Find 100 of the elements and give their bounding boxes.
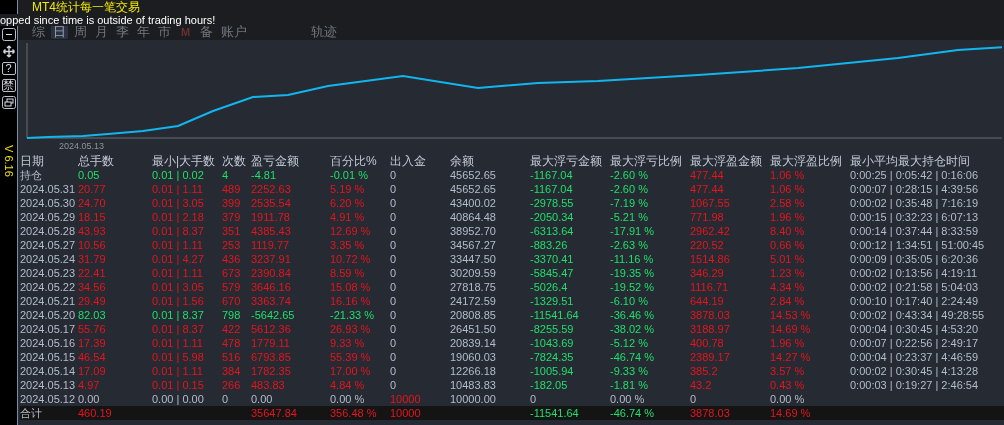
hold-time-value: 0:00:04 | 0:30:45 | 4:53:20	[850, 323, 979, 335]
tab[interactable]: 市	[156, 25, 173, 39]
balance-value: 10483.83	[450, 379, 496, 391]
pnl-value: 4385.43	[251, 225, 291, 237]
balance-value: 20808.85	[450, 309, 496, 321]
restore-window-icon[interactable]	[1, 96, 16, 109]
hold-time-value: 0:00:02 | 0:30:45 | 4:13:28	[850, 365, 979, 377]
count-value: 478	[222, 337, 241, 349]
count-value: 253	[222, 239, 241, 251]
tool-button[interactable]: 禁	[1, 79, 16, 92]
move-icon[interactable]	[1, 45, 16, 58]
tab[interactable]: 周	[72, 25, 89, 39]
count-value: 4	[222, 169, 229, 181]
float-profit-percent: 14.53 %	[770, 309, 811, 321]
float-loss-value: -8255.59	[530, 323, 574, 335]
count-value: 436	[222, 253, 241, 265]
count-value: 673	[222, 267, 241, 279]
float-loss-percent: -38.02 %	[610, 323, 655, 335]
float-loss-value: -2978.55	[530, 197, 574, 209]
deposit-value: 0	[390, 379, 397, 391]
count-value: 0	[222, 393, 229, 405]
hold-time-value: 0:00:25 | 0:05:42 | 0:16:06	[850, 169, 979, 181]
deposit-value: 0	[390, 183, 397, 195]
percent-value: 0.00 %	[330, 393, 365, 405]
column-header: 最大浮盈金额	[690, 154, 763, 168]
hold-time-value: 0:00:07 | 0:28:15 | 4:39:56	[850, 183, 979, 195]
balance-value: 24172.59	[450, 295, 496, 307]
float-profit-value: 644.19	[690, 295, 724, 307]
lots-value: 82.03	[78, 309, 106, 321]
lot-range: 0.01 | 1.11	[152, 337, 203, 349]
date-cell: 2024.05.29	[20, 211, 76, 223]
deposit-value: 0	[390, 253, 397, 265]
count-value: 266	[222, 379, 241, 391]
float-profit-percent: 3.57 %	[770, 365, 805, 377]
pnl-value: 0.00	[251, 393, 273, 405]
deposit-value: 0	[390, 211, 397, 223]
float-profit-percent: 0.00 %	[770, 393, 805, 405]
deposit-value: 0	[390, 225, 397, 237]
float-loss-value: -1005.94	[530, 365, 574, 377]
minimize-icon[interactable]	[1, 28, 16, 41]
percent-value: 55.39 %	[330, 351, 371, 363]
tab[interactable]: 账户	[219, 25, 250, 39]
percent-value: -0.01 %	[330, 169, 368, 181]
float-loss-value: -2050.34	[530, 211, 574, 223]
pnl-value: -5642.65	[251, 309, 295, 321]
float-profit-value: 1067.55	[690, 197, 730, 209]
lots-value: 20.77	[78, 183, 106, 195]
balance-value: 30209.59	[450, 267, 496, 279]
tab[interactable]: 综	[30, 25, 47, 39]
lots-value: 22.41	[78, 267, 106, 279]
float-loss-percent: -9.33 %	[610, 365, 648, 377]
column-header: 总手数	[78, 154, 115, 168]
tab[interactable]: 月	[93, 25, 110, 39]
column-header: 次数	[222, 154, 247, 168]
tool-button[interactable]: ?	[1, 62, 16, 75]
tab[interactable]: 年	[135, 25, 152, 39]
window-title: MT4统计每一笔交易	[32, 0, 140, 14]
deposit-value: 0	[390, 295, 397, 307]
balance-value: 19060.03	[450, 351, 496, 363]
deposit-value: 0	[390, 169, 397, 181]
lots-value: 34.56	[78, 281, 106, 293]
balance-value: 40864.48	[450, 211, 496, 223]
column-header: 出入金	[390, 154, 427, 168]
float-profit-percent: 1.96 %	[770, 337, 805, 349]
hold-time-value: 0:00:14 | 0:37:44 | 8:33:59	[850, 225, 979, 237]
float-profit-value: 400.78	[690, 337, 724, 349]
percent-value: 15.08 %	[330, 281, 371, 293]
float-profit-percent: 1.06 %	[770, 183, 805, 195]
count-value: 670	[222, 295, 241, 307]
count-value: 399	[222, 197, 241, 209]
lot-range: 0.01 | 5.98	[152, 351, 204, 363]
axis-date-label: 2024.05.13	[59, 141, 105, 151]
float-loss-percent: -5.12 %	[610, 337, 648, 349]
date-cell: 2024.05.28	[20, 225, 76, 237]
percent-value: 4.91 %	[330, 211, 365, 223]
hold-time-value: 0:00:12 | 1:34:51 | 51:00:45	[850, 239, 985, 251]
balance-value: 43400.02	[450, 197, 496, 209]
float-profit-value: 1514.86	[690, 253, 730, 265]
deposit-value: 0	[390, 197, 397, 209]
hold-time-value: 0:00:02 | 0:21:58 | 5:04:03	[850, 281, 979, 293]
lots-value: 18.15	[78, 211, 106, 223]
lot-range: 0.01 | 1.11	[152, 365, 203, 377]
tab[interactable]: 备	[198, 25, 216, 39]
date-cell: 2024.05.30	[20, 197, 76, 209]
lot-range: 0.01 | 0.02	[152, 169, 204, 181]
tab[interactable]: 季	[114, 25, 131, 39]
hold-time-value: 0:00:03 | 0:19:27 | 2:46:54	[850, 379, 979, 391]
tab[interactable]: 轨迹	[309, 25, 340, 39]
balance-value: 45652.65	[450, 183, 496, 195]
hold-time-value: 0:00:09 | 0:35:05 | 6:20:36	[850, 253, 979, 265]
count-value: 516	[222, 351, 241, 363]
balance-value: 27818.75	[450, 281, 496, 293]
float-profit-value: 477.44	[690, 169, 724, 181]
balance-value: 34567.27	[450, 239, 496, 251]
pnl-value: 35647.84	[251, 407, 297, 419]
count-value: 422	[222, 323, 241, 335]
percent-value: 8.59 %	[330, 267, 365, 279]
lot-range: 0.01 | 4.27	[152, 253, 204, 265]
percent-value: -21.33 %	[330, 309, 375, 321]
lot-range: 0.01 | 1.11	[152, 239, 203, 251]
